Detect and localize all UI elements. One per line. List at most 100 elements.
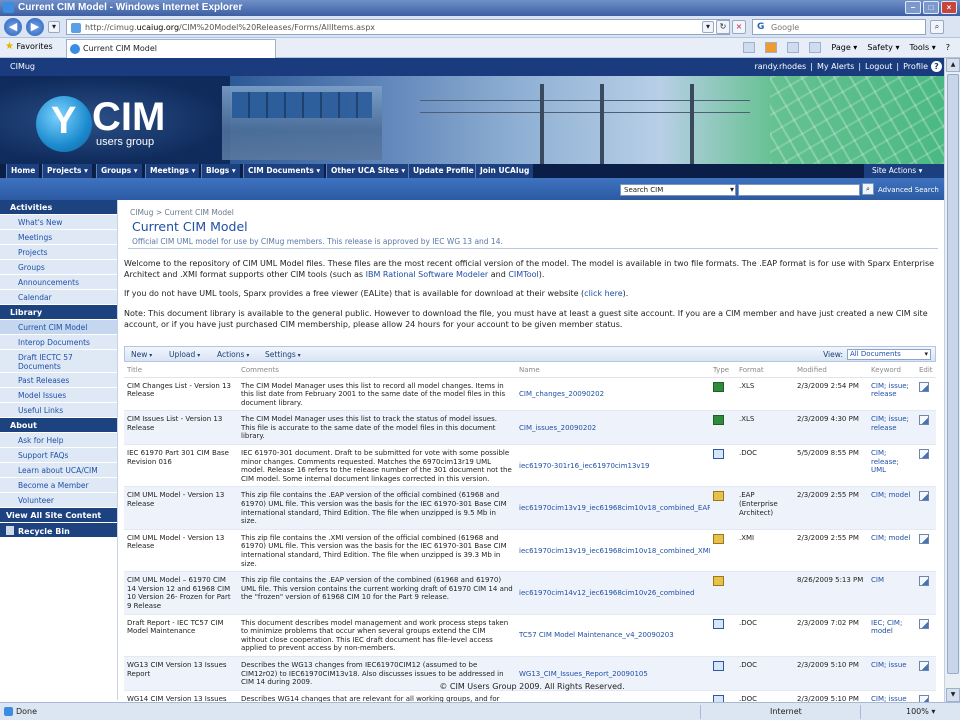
cell-edit[interactable] [916,529,936,573]
leftnav-current-cim-model[interactable]: Current CIM Model [0,320,117,335]
file-type-icon[interactable] [713,576,724,587]
leftnav-become-a-member[interactable]: Become a Member [0,478,117,493]
vertical-scrollbar[interactable]: ▲ ▼ [944,58,960,702]
leftnav-ask-for-help[interactable]: Ask for Help [0,433,117,448]
edit-properties-icon[interactable] [919,491,929,502]
col-title[interactable]: Title [124,364,238,378]
safety-menu[interactable]: Safety ▾ [867,43,899,52]
col-name[interactable]: Name [516,364,710,378]
cell-keyword[interactable]: CIM; issue; release [868,377,916,412]
scroll-down-icon[interactable]: ▼ [946,688,960,702]
nav-meetings[interactable]: Meetings ▾ [145,164,200,178]
edit-properties-icon[interactable] [919,415,929,426]
leftnav-draft-iectc57-documents[interactable]: Draft IECTC 57 Documents [0,350,117,373]
nav-other-uca-sites[interactable]: Other UCA Sites ▾ [326,164,410,178]
view-all-site-content-link[interactable]: View All Site Content [0,508,117,523]
logout-link[interactable]: Logout [865,62,892,71]
cell-keyword[interactable]: CIM; release; UML [868,444,916,488]
cell-edit[interactable] [916,410,936,446]
leftnav-groups[interactable]: Groups [0,260,117,275]
actions-menu[interactable]: Actions [217,350,249,359]
file-type-icon[interactable] [713,660,724,671]
edit-properties-icon[interactable] [919,660,929,671]
close-window-button[interactable]: × [941,1,957,14]
nav-blogs[interactable]: Blogs ▾ [201,164,240,178]
leftnav-calendar[interactable]: Calendar [0,290,117,305]
edit-properties-icon[interactable] [919,449,929,460]
nav-update-profile[interactable]: Update Profile [408,164,478,178]
cell-name[interactable]: CIM_changes_20090202 [516,377,710,412]
table-row[interactable]: CIM Issues List - Version 13 Release The … [124,410,936,446]
leftnav-interop-documents[interactable]: Interop Documents [0,335,117,350]
leftnav-past-releases[interactable]: Past Releases [0,373,117,388]
forward-button[interactable]: ▶ [26,18,44,36]
cell-name[interactable]: TC57 CIM Model Maintenance_v4_20090203 [516,614,710,657]
site-name[interactable]: CIMug [10,62,35,71]
leftnav-model-issues[interactable]: Model Issues [0,388,117,403]
site-search-icon[interactable]: ⌕ [862,183,874,195]
leftnav-support-faqs[interactable]: Support FAQs [0,448,117,463]
table-row[interactable]: CIM UML Model - Version 13 Release This z… [124,486,936,530]
favorites-button[interactable]: ★ Favorites [5,41,53,52]
view-select[interactable]: All Documents [847,349,931,360]
cell-keyword[interactable]: IEC; CIM; model [868,614,916,657]
upload-menu[interactable]: Upload [169,350,200,359]
col-modified[interactable]: Modified [794,364,868,378]
help-menu[interactable]: ? [946,43,950,52]
library-heading[interactable]: Library [0,305,117,320]
user-name[interactable]: randy.rhodes [754,62,806,71]
leftnav-volunteer[interactable]: Volunteer [0,493,117,508]
scroll-up-icon[interactable]: ▲ [946,58,960,72]
about-heading[interactable]: About [0,418,117,433]
browser-tab[interactable]: Current CIM Model [66,39,276,58]
site-actions-menu[interactable]: Site Actions ▾ [864,164,944,178]
zoom-level[interactable]: 100% ▾ [906,707,935,716]
activities-heading[interactable]: Activities [0,200,117,215]
nav-projects[interactable]: Projects ▾ [42,164,92,178]
page-menu[interactable]: Page ▾ [831,43,857,52]
mail-icon[interactable] [787,42,800,53]
cell-name[interactable]: iec61970cim13v19_iec61968cim10v18_combin… [516,529,710,573]
settings-menu[interactable]: Settings [265,350,301,359]
col-type[interactable]: Type [710,364,736,378]
cell-name[interactable]: CIM_issues_20090202 [516,410,710,446]
history-dropdown[interactable]: ▾ [48,21,60,33]
col-comments[interactable]: Comments [238,364,516,378]
leftnav-learn-about-uca-cim[interactable]: Learn about UCA/CIM [0,463,117,478]
cell-edit[interactable] [916,377,936,412]
table-row[interactable]: CIM UML Model – 61970 CIM 14 Version 12 … [124,571,936,615]
file-type-icon[interactable] [713,415,724,426]
cell-name[interactable]: iec61970-301r16_iec61970cim13v19 [516,444,710,488]
nav-cim-documents[interactable]: CIM Documents ▾ [243,164,325,178]
cell-name[interactable]: iec61970cim13v19_iec61968cim10v18_combin… [516,486,710,530]
help-icon[interactable]: ? [931,61,942,72]
back-button[interactable]: ◀ [4,18,22,36]
cell-keyword[interactable]: CIM; issue; release [868,410,916,446]
table-row[interactable]: CIM Changes List - Version 13 Release The… [124,377,936,412]
print-icon[interactable] [809,42,822,53]
col-edit[interactable]: Edit [916,364,936,378]
browser-search-input[interactable]: G Google [752,19,926,35]
file-type-icon[interactable] [713,449,724,460]
edit-properties-icon[interactable] [919,381,929,392]
file-type-icon[interactable] [713,491,724,502]
scroll-thumb[interactable] [947,74,959,674]
edit-properties-icon[interactable] [919,576,929,587]
my-alerts-link[interactable]: My Alerts [817,62,854,71]
new-menu[interactable]: New [131,350,152,359]
search-scope-select[interactable]: Search CIM [620,184,736,196]
leftnav-whats-new[interactable]: What's New [0,215,117,230]
search-go-icon[interactable]: ⌕ [930,20,944,34]
stop-icon[interactable]: × [732,20,746,34]
nav-groups[interactable]: Groups ▾ [96,164,142,178]
recycle-bin-link[interactable]: Recycle Bin [0,523,117,538]
table-row[interactable]: CIM UML Model - Version 13 Release This z… [124,529,936,573]
col-format[interactable]: Format [736,364,794,378]
cell-keyword[interactable]: CIM; model [868,486,916,530]
cell-edit[interactable] [916,444,936,488]
leftnav-meetings[interactable]: Meetings [0,230,117,245]
profile-link[interactable]: Profile [903,62,928,71]
breadcrumb[interactable]: CIMug > Current CIM Model [130,208,234,217]
leftnav-announcements[interactable]: Announcements [0,275,117,290]
maximize-button[interactable]: □ [923,1,939,14]
